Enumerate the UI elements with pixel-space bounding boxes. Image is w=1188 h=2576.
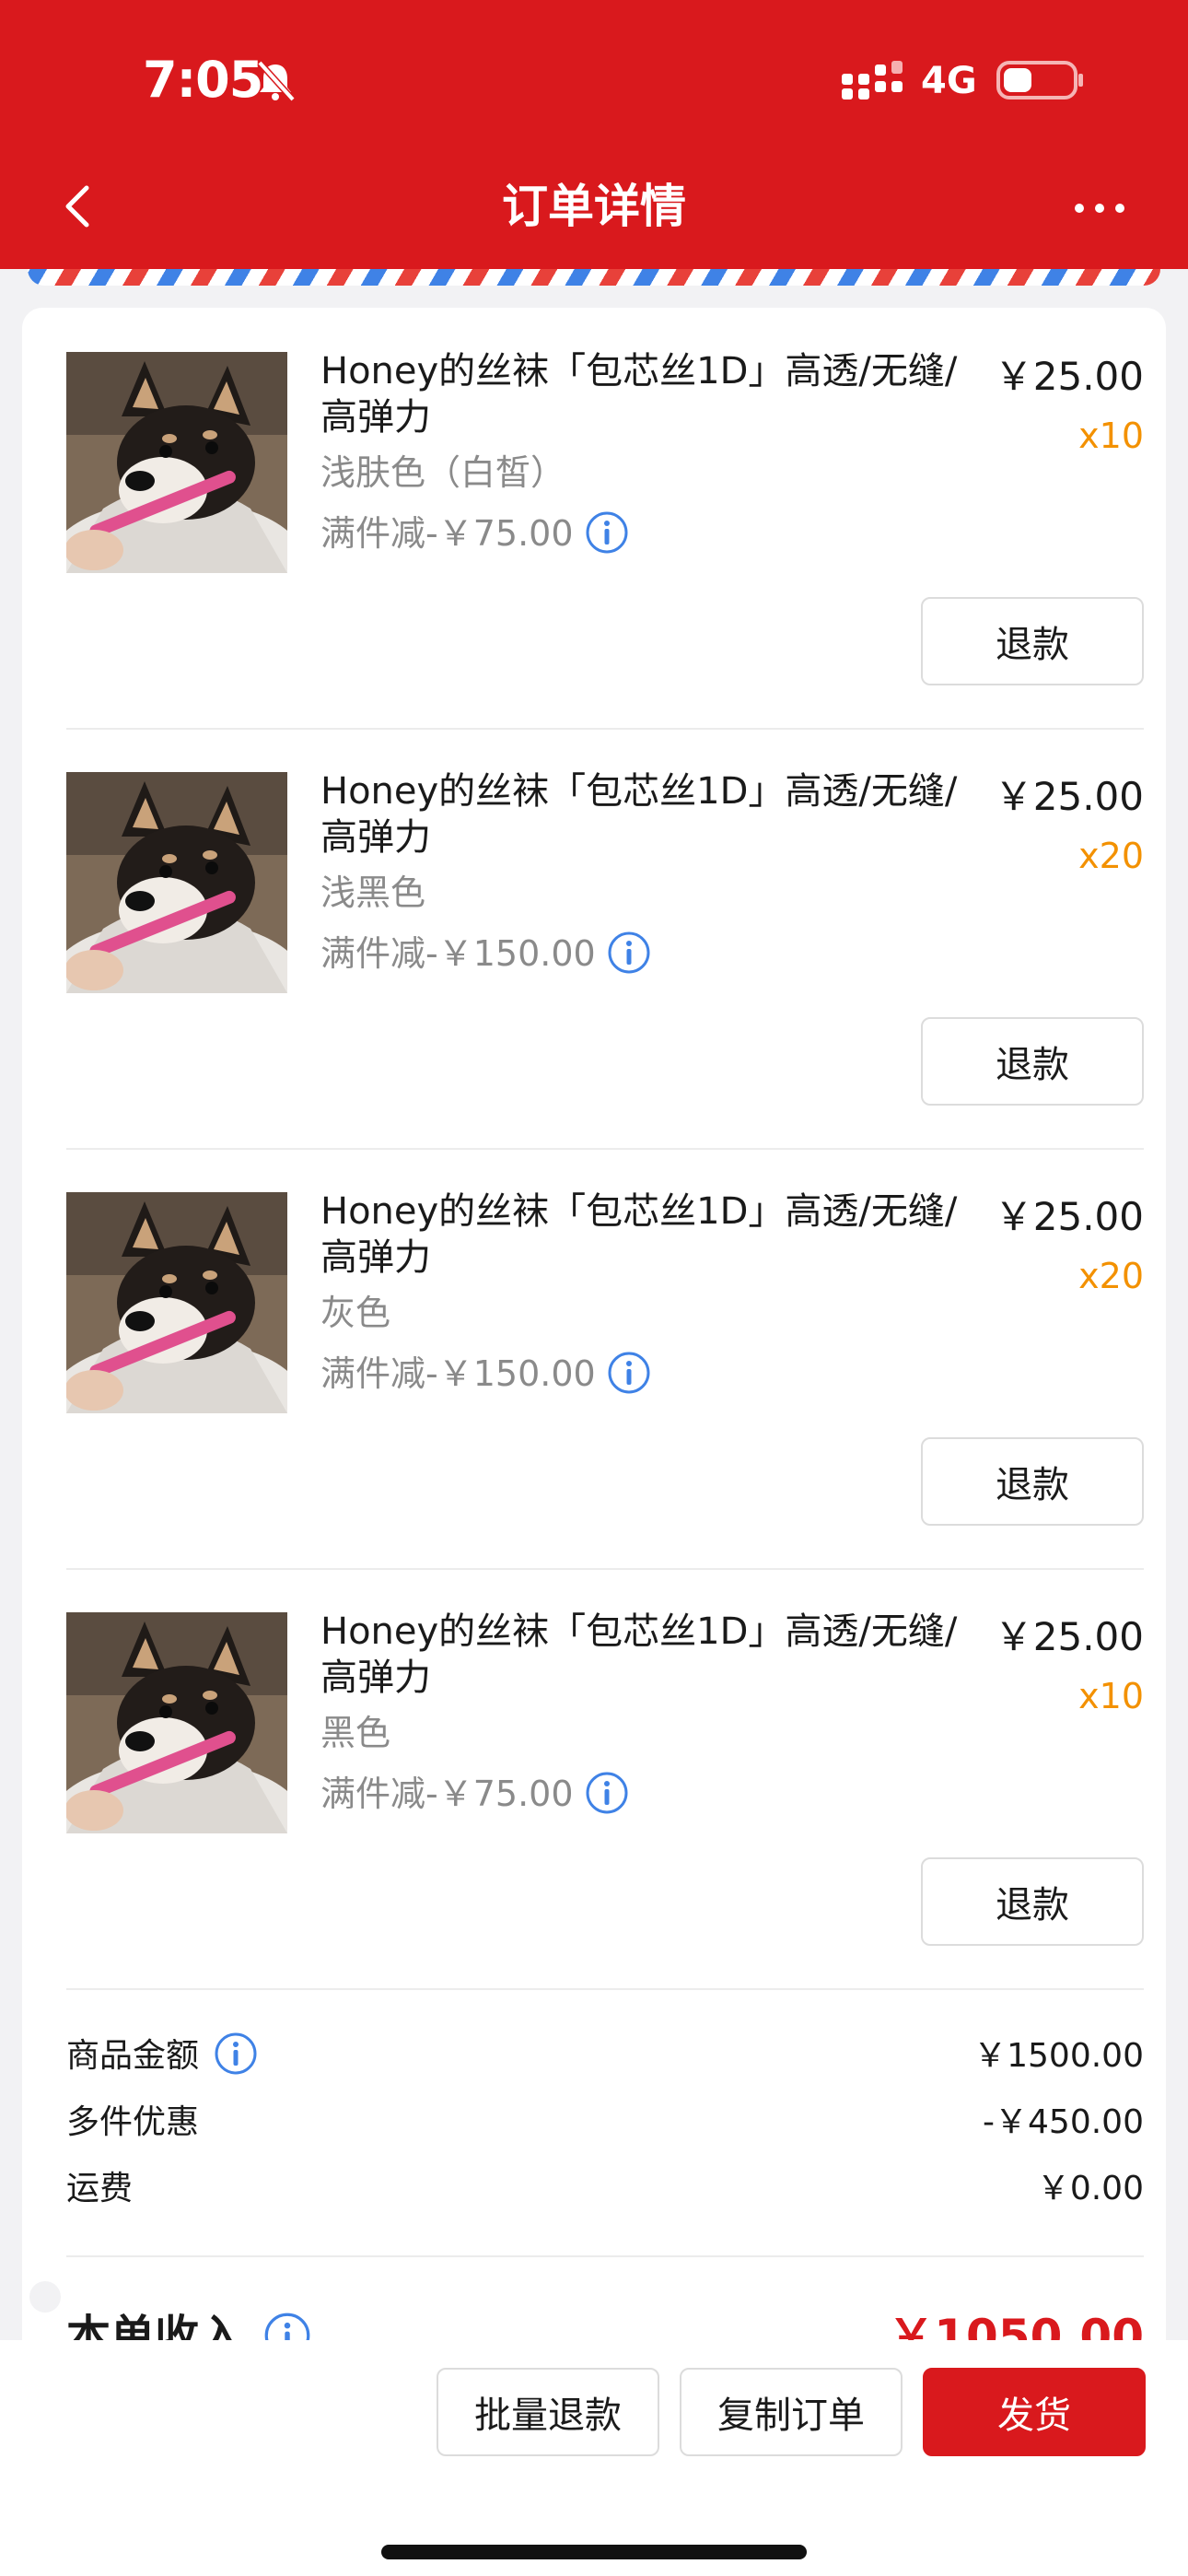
item-price: ￥25.00 <box>994 774 1144 819</box>
bottom-action-bar: 批量退款 复制订单 发货 <box>0 2340 1188 2576</box>
multi-discount-label: 多件优惠 <box>66 2103 200 2141</box>
multi-discount-row: 多件优惠 -￥450.00 <box>66 2097 1144 2149</box>
summary-divider <box>66 1988 1144 1990</box>
order-card: Honey的丝袜「包芯丝1D」高透/无缝/高弹力 浅肤色（白皙） 满件减-￥75… <box>22 308 1188 2427</box>
product-image <box>66 1192 287 1413</box>
income-divider <box>66 2255 1144 2257</box>
item-variant: 浅肤色（白皙） <box>320 452 566 493</box>
order-item: Honey的丝袜「包芯丝1D」高透/无缝/高弹力 浅肤色（白皙） 满件减-￥75… <box>66 308 1144 728</box>
info-icon[interactable] <box>607 1351 651 1395</box>
info-icon[interactable] <box>585 510 629 555</box>
item-variant: 黑色 <box>320 1713 391 1753</box>
signal-icon <box>842 61 903 100</box>
shipping-label: 运费 <box>66 2170 134 2207</box>
battery-icon <box>996 61 1083 100</box>
item-quantity: x20 <box>1078 836 1144 876</box>
copy-order-button[interactable]: 复制订单 <box>680 2368 903 2456</box>
item-discount: 满件减-￥150.00 <box>320 931 651 978</box>
goods-amount-label-text: 商品金额 <box>66 2037 200 2075</box>
network-type: 4G <box>921 60 977 102</box>
item-title: Honey的丝袜「包芯丝1D」高透/无缝/高弹力 <box>320 350 958 439</box>
shipping-row: 运费 ￥0.00 <box>66 2163 1144 2215</box>
item-discount: 满件减-￥75.00 <box>320 1771 629 1819</box>
order-item: Honey的丝袜「包芯丝1D」高透/无缝/高弹力 黑色 满件减-￥75.00 ￥… <box>66 1568 1144 1988</box>
item-discount: 满件减-￥75.00 <box>320 510 629 558</box>
item-price: ￥25.00 <box>994 1614 1144 1659</box>
goods-amount-value: ￥1500.00 <box>973 2037 1144 2075</box>
card-notch-left <box>29 2281 61 2313</box>
product-image <box>66 352 287 573</box>
item-title: Honey的丝袜「包芯丝1D」高透/无缝/高弹力 <box>320 1610 958 1699</box>
app-header: 7:05 4G 订单详情 <box>0 0 1188 269</box>
refund-button[interactable]: 退款 <box>921 1017 1144 1106</box>
product-image <box>66 1612 287 1833</box>
item-quantity: x20 <box>1078 1256 1144 1296</box>
home-indicator <box>381 2545 807 2559</box>
item-variant: 灰色 <box>320 1293 391 1333</box>
item-quantity: x10 <box>1078 1676 1144 1716</box>
info-icon[interactable] <box>214 2032 258 2076</box>
item-discount-text: 满件减-￥75.00 <box>320 1774 574 1814</box>
batch-refund-button[interactable]: 批量退款 <box>437 2368 659 2456</box>
item-discount-text: 满件减-￥150.00 <box>320 933 596 974</box>
page-title: 订单详情 <box>502 180 686 233</box>
item-price: ￥25.00 <box>994 1194 1144 1239</box>
item-discount-text: 满件减-￥150.00 <box>320 1353 596 1394</box>
product-image <box>66 772 287 993</box>
item-variant: 浅黑色 <box>320 872 426 913</box>
info-icon[interactable] <box>585 1771 629 1815</box>
item-title: Honey的丝袜「包芯丝1D」高透/无缝/高弹力 <box>320 1190 958 1279</box>
ship-button[interactable]: 发货 <box>923 2368 1146 2456</box>
airmail-border <box>28 269 1160 286</box>
shipping-value: ￥0.00 <box>1036 2170 1144 2207</box>
item-discount: 满件减-￥150.00 <box>320 1351 651 1399</box>
info-icon[interactable] <box>607 931 651 975</box>
item-title: Honey的丝袜「包芯丝1D」高透/无缝/高弹力 <box>320 770 958 859</box>
item-price: ￥25.00 <box>994 354 1144 399</box>
more-options-icon[interactable] <box>1074 199 1125 217</box>
order-item: Honey的丝袜「包芯丝1D」高透/无缝/高弹力 灰色 满件减-￥150.00 … <box>66 1148 1144 1568</box>
goods-amount-label: 商品金额 <box>66 2031 258 2082</box>
status-time: 7:05 <box>143 51 263 109</box>
item-discount-text: 满件减-￥75.00 <box>320 513 574 554</box>
bell-muted-icon <box>257 60 296 102</box>
refund-button[interactable]: 退款 <box>921 1857 1144 1946</box>
goods-amount-row: 商品金额 ￥1500.00 <box>66 2031 1144 2082</box>
item-quantity: x10 <box>1078 416 1144 456</box>
card-notch-right <box>1171 2281 1188 2313</box>
multi-discount-value: -￥450.00 <box>983 2103 1144 2141</box>
refund-button[interactable]: 退款 <box>921 597 1144 685</box>
order-item: Honey的丝袜「包芯丝1D」高透/无缝/高弹力 浅黑色 满件减-￥150.00… <box>66 728 1144 1148</box>
refund-button[interactable]: 退款 <box>921 1437 1144 1526</box>
